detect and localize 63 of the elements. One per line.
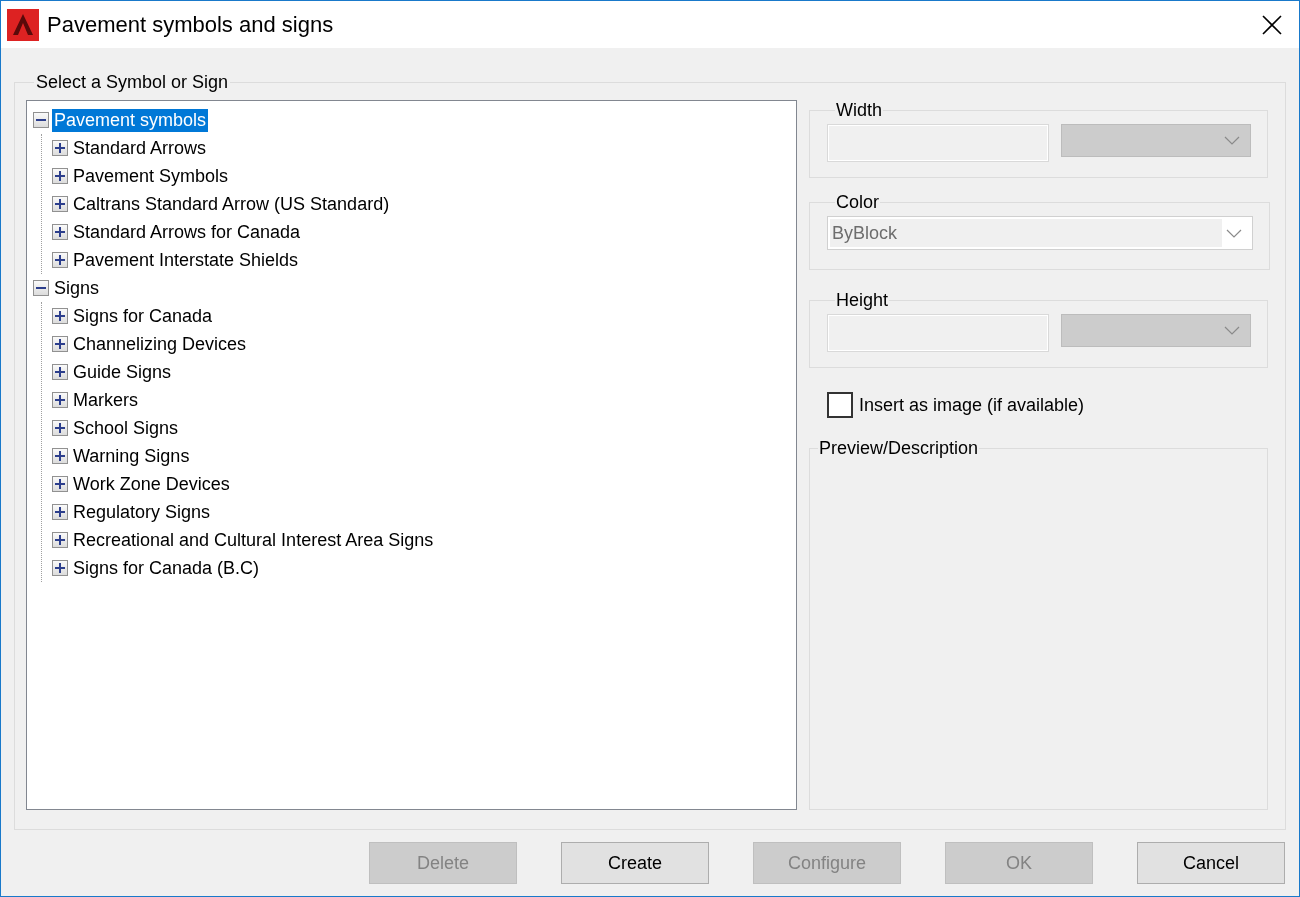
tree-item[interactable]: Work Zone Devices — [71, 472, 232, 496]
tree-item[interactable]: Markers — [71, 388, 140, 412]
plus-icon — [55, 451, 65, 461]
expand-toggle[interactable] — [52, 336, 68, 352]
collapse-toggle[interactable] — [33, 112, 49, 128]
field-label: Color — [835, 192, 880, 212]
expand-toggle[interactable] — [52, 392, 68, 408]
input-field[interactable] — [827, 124, 1049, 162]
plus-icon — [55, 479, 65, 489]
tree-item[interactable]: Caltrans Standard Arrow (US Standard) — [71, 192, 392, 216]
plus-icon — [55, 255, 65, 265]
expand-toggle[interactable] — [52, 308, 68, 324]
tree-item[interactable]: Standard Arrows — [71, 136, 209, 160]
expand-toggle[interactable] — [52, 476, 68, 492]
field-label: Height — [835, 290, 890, 310]
plus-icon — [55, 535, 65, 545]
plus-icon — [55, 395, 65, 405]
expand-toggle[interactable] — [52, 448, 68, 464]
tree-item[interactable]: Standard Arrows for Canada — [71, 220, 303, 244]
expand-toggle[interactable] — [52, 364, 68, 380]
checkbox[interactable] — [827, 392, 853, 418]
plus-icon — [55, 143, 65, 153]
input-field[interactable] — [827, 314, 1049, 352]
plus-icon — [55, 507, 65, 517]
expand-toggle[interactable] — [52, 196, 68, 212]
close-icon — [1262, 14, 1282, 35]
expand-toggle[interactable] — [52, 560, 68, 576]
window-title: Pavement symbols and signs — [47, 11, 335, 38]
tree-item[interactable]: Pavement Symbols — [71, 164, 231, 188]
collapse-toggle[interactable] — [33, 280, 49, 296]
tree-item[interactable]: Signs — [52, 276, 102, 300]
plus-icon — [55, 171, 65, 181]
group-title: Select a Symbol or Sign — [35, 72, 230, 92]
plus-icon — [55, 311, 65, 321]
tree-item[interactable]: Guide Signs — [71, 360, 174, 384]
tree-item[interactable]: Warning Signs — [71, 444, 192, 468]
plus-icon — [55, 227, 65, 237]
expand-toggle[interactable] — [52, 252, 68, 268]
plus-icon — [55, 339, 65, 349]
plus-icon — [55, 423, 65, 433]
checkbox-label: Insert as image (if available) — [859, 394, 1085, 416]
plus-icon — [55, 199, 65, 209]
field-label: Width — [835, 100, 883, 120]
dialog-button[interactable]: Create — [561, 842, 709, 884]
preview-label: Preview/Description — [818, 438, 980, 458]
plus-icon — [55, 367, 65, 377]
tree-item[interactable]: School Signs — [71, 416, 181, 440]
expand-toggle[interactable] — [52, 420, 68, 436]
tree-item[interactable]: Regulatory Signs — [71, 500, 213, 524]
app-logo-icon — [7, 8, 39, 41]
dialog-button[interactable]: Cancel — [1137, 842, 1285, 884]
expand-toggle[interactable] — [52, 532, 68, 548]
expand-toggle[interactable] — [52, 504, 68, 520]
tree-item[interactable]: Channelizing Devices — [71, 332, 249, 356]
tree-item[interactable]: Signs for Canada — [71, 304, 215, 328]
expand-toggle[interactable] — [52, 140, 68, 156]
expand-toggle[interactable] — [52, 224, 68, 240]
tree-item[interactable]: Signs for Canada (B.C) — [71, 556, 262, 580]
tree-item[interactable]: Pavement Interstate Shields — [71, 248, 301, 272]
tree-item[interactable]: Recreational and Cultural Interest Area Signs — [71, 528, 436, 552]
tree-item[interactable]: Pavement symbols — [52, 108, 209, 132]
expand-toggle[interactable] — [52, 168, 68, 184]
plus-icon — [55, 563, 65, 573]
